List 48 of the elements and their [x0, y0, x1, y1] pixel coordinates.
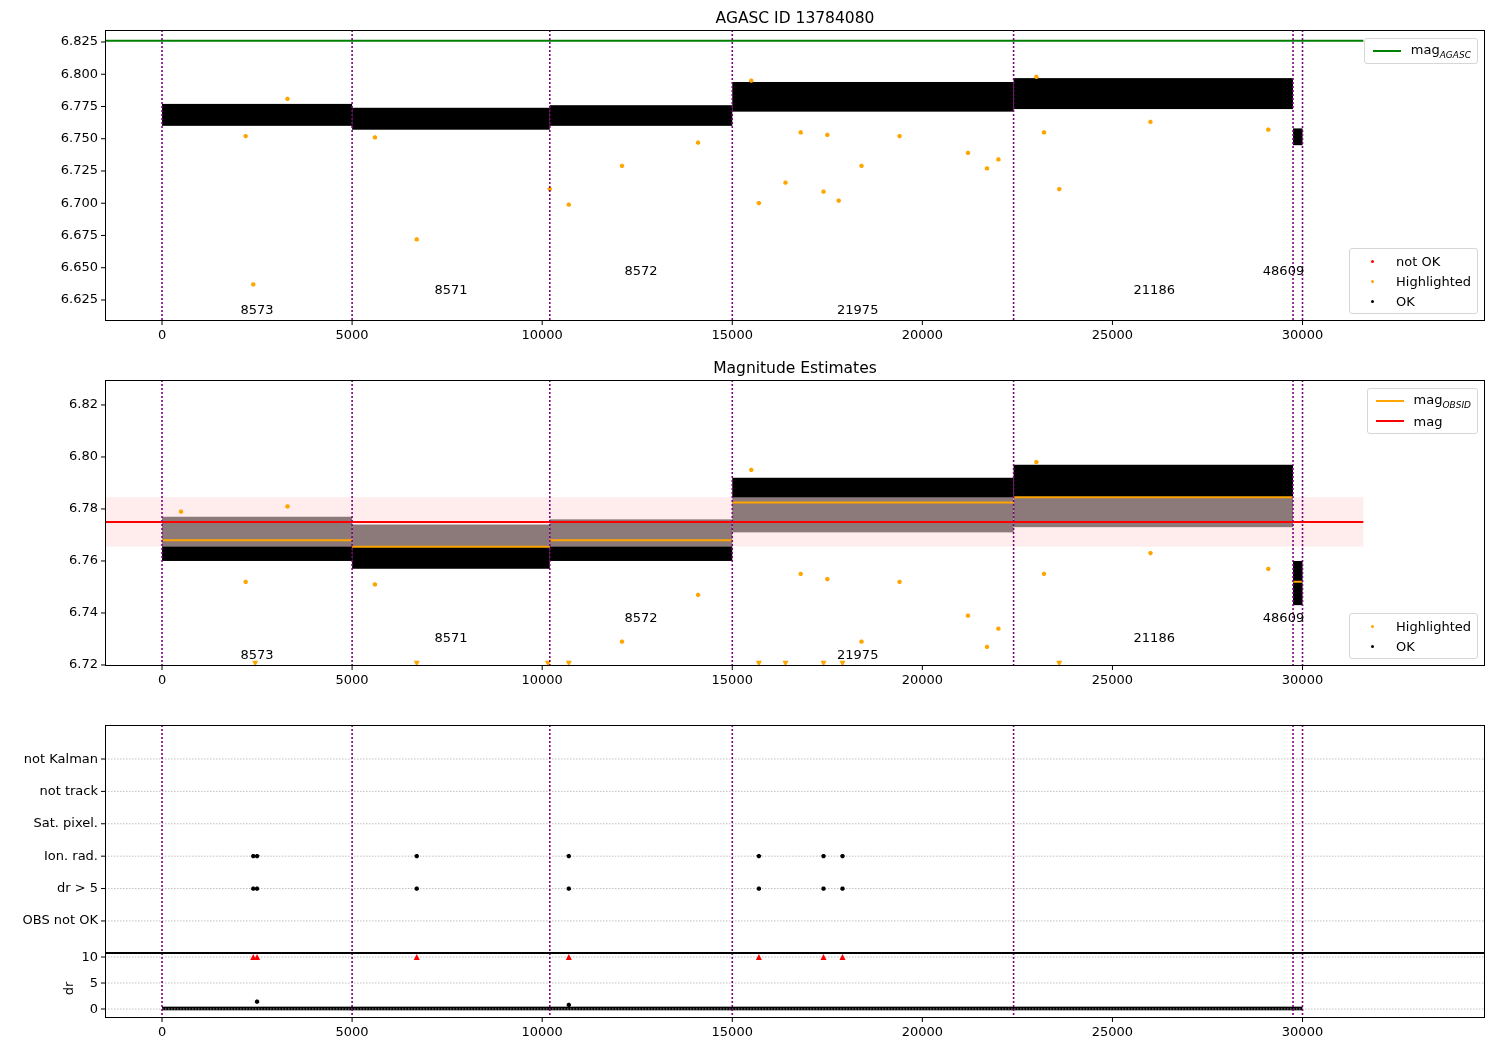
tick-label: OBS not OK	[22, 912, 98, 928]
tick-label: 15000	[711, 1024, 753, 1039]
tick-label: 10000	[521, 1024, 563, 1039]
tick-label: 15000	[711, 672, 753, 687]
tick-label: 6.74	[69, 604, 98, 620]
tick-label: 20000	[901, 327, 944, 342]
tick-label: not track	[39, 782, 98, 798]
tick-label: 25000	[1091, 327, 1134, 342]
tick-label: 30000	[1281, 672, 1324, 687]
tick-label: Ion. rad.	[44, 847, 98, 863]
tick-label: 6.700	[60, 194, 98, 210]
tick-label: 0	[157, 672, 167, 687]
tick-label: Sat. pixel.	[33, 815, 98, 831]
tick-label: dr > 5	[56, 880, 98, 896]
chart-title: Magnitude Estimates	[713, 359, 877, 377]
tick-label: 0	[157, 1024, 167, 1039]
tick-label: 25000	[1091, 1024, 1134, 1039]
tick-label: 6.78	[69, 500, 98, 516]
tick-label: 6.625	[60, 291, 98, 307]
tick-label: 6.72	[69, 656, 98, 672]
tick-label: 6.750	[60, 130, 98, 146]
tick-label: 10	[81, 948, 98, 964]
tick-label: 30000	[1281, 327, 1324, 342]
tick-label: 6.76	[69, 552, 98, 568]
tick-label: 6.775	[60, 98, 98, 113]
axis-label: dr	[61, 981, 76, 996]
tick-label: 6.825	[60, 33, 98, 49]
tick-label: 20000	[901, 672, 944, 687]
tick-label: 5000	[335, 1024, 369, 1039]
tick-label: 5000	[335, 672, 369, 687]
tick-label: 20000	[901, 1024, 944, 1039]
tick-label: 10000	[521, 672, 563, 687]
tick-label: 30000	[1281, 1024, 1324, 1039]
tick-label: 6.80	[69, 448, 98, 464]
tick-label: 25000	[1091, 672, 1134, 687]
tick-label: 15000	[711, 327, 753, 342]
tick-label: 6.800	[60, 65, 98, 81]
tick-label: 0	[89, 1000, 98, 1016]
tick-label: 6.725	[60, 162, 98, 178]
tick-label: 6.650	[60, 259, 98, 275]
tick-label: not Kalman	[23, 750, 98, 766]
tick-label: 10000	[521, 327, 563, 342]
tick-label: 5000	[335, 327, 369, 342]
tick-label: 0	[157, 327, 167, 342]
tick-label: 6.675	[60, 227, 98, 242]
chart-title: AGASC ID 13784080	[715, 9, 875, 27]
tick-label: 6.82	[69, 396, 98, 412]
tick-label: 5	[89, 974, 98, 990]
